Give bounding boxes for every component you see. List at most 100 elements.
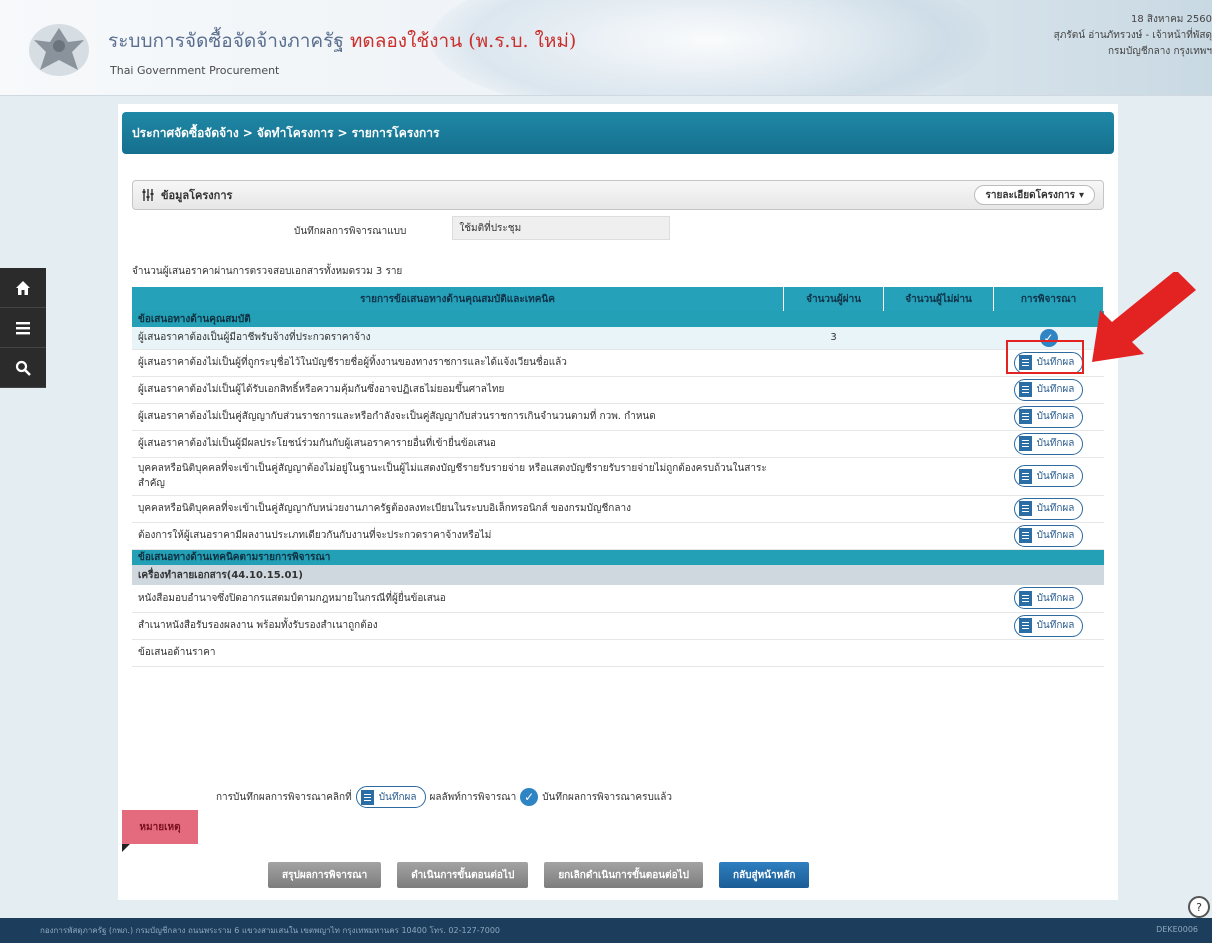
col-header-pass: จำนวนผู้ผ่าน xyxy=(783,287,885,311)
cancel-proceed-button[interactable]: ยกเลิกดำเนินการขั้นตอนต่อไป xyxy=(544,862,703,888)
record-result-label: บันทึกผล xyxy=(1036,503,1075,514)
footer: กองการพัสดุภาครัฐ (กพภ.) กรมบัญชีกลาง ถน… xyxy=(0,918,1212,943)
record-result-button[interactable]: บันทึกผล xyxy=(1013,378,1084,401)
remark-prefix: การบันทึกผลการพิจารณาคลิกที่ xyxy=(216,791,352,803)
document-icon xyxy=(1018,590,1032,606)
record-result-label: บันทึกผล xyxy=(1036,620,1075,631)
system-title-main: ระบบการจัดซื้อจัดจ้างภาครัฐ xyxy=(108,30,344,52)
menu-icon xyxy=(16,321,30,334)
consideration-method-row: บันทึกผลการพิจารณาแบบ ใช้มติที่ประชุม xyxy=(294,216,671,240)
proceed-button[interactable]: ดำเนินการขั้นตอนต่อไป xyxy=(397,862,529,888)
table-row: ผู้เสนอราคาต้องไม่เป็นผู้ที่ถูกระบุชื่อไ… xyxy=(132,349,1104,377)
remark-tag: หมายเหตุ xyxy=(122,810,198,852)
record-result-button[interactable]: บันทึกผล xyxy=(1013,614,1084,637)
record-result-button[interactable]: บันทึกผล xyxy=(1013,465,1084,487)
footer-address: กองการพัสดุภาครัฐ (กพภ.) กรมบัญชีกลาง ถน… xyxy=(40,926,500,935)
search-icon xyxy=(15,360,31,376)
group-label: ข้อเสนอทางด้านเทคนิคตามรายการพิจารณา xyxy=(132,549,1104,565)
help-icon[interactable]: ? xyxy=(1188,896,1210,918)
menu-button[interactable] xyxy=(0,308,46,348)
document-icon xyxy=(1018,436,1032,451)
record-result-button[interactable]: บันทึกผล xyxy=(1013,497,1084,520)
breadcrumb: ประกาศจัดซื้อจัดจ้าง > จัดทำโครงการ > รา… xyxy=(122,112,1114,154)
section-title: ข้อมูลโครงการ xyxy=(161,189,233,202)
table-row: บุคคลหรือนิติบุคคลที่จะเข้าเป็นคู่สัญญาต… xyxy=(132,457,1104,496)
user-department: กรมบัญชีกลาง กรุงเทพฯ xyxy=(1107,46,1212,57)
record-result-button[interactable]: บันทึกผล xyxy=(1013,405,1084,428)
criteria-text: ผู้เสนอราคาต้องไม่เป็นผู้มีผลประโยชน์ร่ว… xyxy=(132,430,784,458)
record-result-button[interactable]: บันทึกผล xyxy=(1013,587,1084,610)
search-button[interactable] xyxy=(0,348,46,388)
document-icon xyxy=(1018,528,1032,543)
sliders-icon xyxy=(142,189,154,201)
action-bar: สรุปผลการพิจารณา ดำเนินการขั้นตอนต่อไป ย… xyxy=(268,862,825,888)
table-row: ข้อเสนอด้านราคา xyxy=(132,639,1104,667)
consideration-method-value: ใช้มติที่ประชุม xyxy=(452,216,671,240)
breadcrumb-item-project-list[interactable]: รายการโครงการ xyxy=(352,124,440,143)
criteria-text: สำเนาหนังสือรับรองผลงาน พร้อมทั้งรับรองส… xyxy=(132,612,784,640)
main-panel: ประกาศจัดซื้อจัดจ้าง > จัดทำโครงการ > รา… xyxy=(118,104,1118,900)
record-result-label: บันทึกผล xyxy=(1036,438,1075,449)
criteria-text: ผู้เสนอราคาต้องเป็นผู้มีอาชีพรับจ้างที่ป… xyxy=(132,327,784,350)
record-result-button[interactable]: บันทึกผล xyxy=(1013,524,1084,547)
project-details-dropdown[interactable]: รายละเอียดโครงการ ▾ xyxy=(974,185,1095,205)
system-subtitle: Thai Government Procurement xyxy=(110,64,280,77)
garuda-logo-icon xyxy=(29,24,89,76)
red-arrow-icon xyxy=(1092,272,1196,362)
criteria-text: ผู้เสนอราคาต้องไม่เป็นผู้ได้รับเอกสิทธิ์… xyxy=(132,376,784,404)
current-date: 18 สิงหาคม 2560 xyxy=(1130,14,1212,25)
record-result-button[interactable]: บันทึกผล xyxy=(1013,432,1084,455)
group-label: ข้อเสนอทางด้านคุณสมบัติ xyxy=(132,311,1104,327)
record-result-label: บันทึกผล xyxy=(1036,592,1075,604)
home-button[interactable] xyxy=(0,268,46,308)
document-icon xyxy=(1018,618,1032,633)
record-result-label: บันทึกผล xyxy=(1036,411,1075,422)
record-result-label: บันทึกผล xyxy=(1036,530,1075,541)
table-row: สำเนาหนังสือรับรองผลงาน พร้อมทั้งรับรองส… xyxy=(132,612,1104,640)
group-row-qualification: ข้อเสนอทางด้านคุณสมบัติ xyxy=(132,311,1104,327)
document-icon xyxy=(360,789,374,805)
table-row: หนังสือมอบอำนาจซึ่งปิดอากรแสตมป์ตามกฎหมา… xyxy=(132,585,1104,613)
user-name[interactable]: สุภรัตน์ อ่านภัทรวงษ์ - เจ้าหน้าที่พัสดุ xyxy=(1054,28,1212,44)
summary-button[interactable]: สรุปผลการพิจารณา xyxy=(268,862,382,888)
screen-code: DEKE0006 xyxy=(1156,925,1198,934)
legend-record-label: บันทึกผล xyxy=(378,791,417,803)
project-details-label: รายละเอียดโครงการ xyxy=(985,189,1075,201)
breadcrumb-item-procurement[interactable]: ประกาศจัดซื้อจัดจ้าง xyxy=(132,124,239,143)
project-info-header: ข้อมูลโครงการ รายละเอียดโครงการ ▾ xyxy=(132,180,1104,210)
document-icon xyxy=(1018,382,1032,397)
table-row: ผู้เสนอราคาต้องไม่เป็นผู้มีผลประโยชน์ร่ว… xyxy=(132,430,1104,458)
table-row: ผู้เสนอราคาต้องเป็นผู้มีอาชีพรับจ้างที่ป… xyxy=(132,327,1104,350)
document-icon xyxy=(1018,468,1032,484)
system-title: ระบบการจัดซื้อจัดจ้างภาครัฐ ทดลองใช้งาน … xyxy=(108,26,576,56)
subgroup-label: เครื่องทำลายเอกสาร(44.10.15.01) xyxy=(132,565,1104,585)
back-home-button[interactable]: กลับสู่หน้าหลัก xyxy=(718,862,810,888)
table-row: บุคคลหรือนิติบุคคลที่จะเข้าเป็นคู่สัญญาก… xyxy=(132,495,1104,523)
price-proposal-text: ข้อเสนอด้านราคา xyxy=(132,639,1104,667)
criteria-text: ผู้เสนอราคาต้องไม่เป็นคู่สัญญากับส่วนราช… xyxy=(132,403,784,431)
header: ระบบการจัดซื้อจัดจ้างภาครัฐ ทดลองใช้งาน … xyxy=(0,0,1212,96)
col-header-consideration: การพิจารณา xyxy=(993,287,1104,311)
user-info: 18 สิงหาคม 2560 สุภรัตน์ อ่านภัทรวงษ์ - … xyxy=(1054,12,1212,60)
document-icon xyxy=(1018,501,1032,516)
record-result-label: บันทึกผล xyxy=(1036,384,1075,395)
home-icon xyxy=(16,280,30,295)
remark-suffix: บันทึกผลการพิจารณาครบแล้ว xyxy=(542,791,672,803)
table-header-row: รายการข้อเสนอทางด้านคุณสมบัติและเทคนิค จ… xyxy=(132,287,1104,311)
table-row: ผู้เสนอราคาต้องไม่เป็นคู่สัญญากับส่วนราช… xyxy=(132,403,1104,431)
criteria-text: ต้องการให้ผู้เสนอราคามีผลงานประเภทเดียวก… xyxy=(132,522,784,550)
group-row-technical: ข้อเสนอทางด้านเทคนิคตามรายการพิจารณา xyxy=(132,549,1104,565)
criteria-text: บุคคลหรือนิติบุคคลที่จะเข้าเป็นคู่สัญญาก… xyxy=(132,495,784,523)
remark-legend: การบันทึกผลการพิจารณาคลิกที่ บันทึกผล ผล… xyxy=(216,786,676,808)
consideration-method-label: บันทึกผลการพิจารณาแบบ xyxy=(294,225,407,237)
legend-record-button: บันทึกผล xyxy=(355,786,426,808)
criteria-text: บุคคลหรือนิติบุคคลที่จะเข้าเป็นคู่สัญญาต… xyxy=(132,457,784,496)
record-result-label: บันทึกผล xyxy=(1036,470,1075,482)
breadcrumb-item-create-project[interactable]: จัดทำโครงการ xyxy=(257,124,334,143)
criteria-table: รายการข้อเสนอทางด้านคุณสมบัติและเทคนิค จ… xyxy=(132,287,1104,667)
fail-count xyxy=(883,327,994,350)
breadcrumb-separator: > xyxy=(337,126,348,140)
col-header-fail: จำนวนผู้ไม่ผ่าน xyxy=(883,287,994,311)
remark-middle: ผลลัพท์การพิจารณา xyxy=(429,791,517,803)
left-rail xyxy=(0,268,46,388)
